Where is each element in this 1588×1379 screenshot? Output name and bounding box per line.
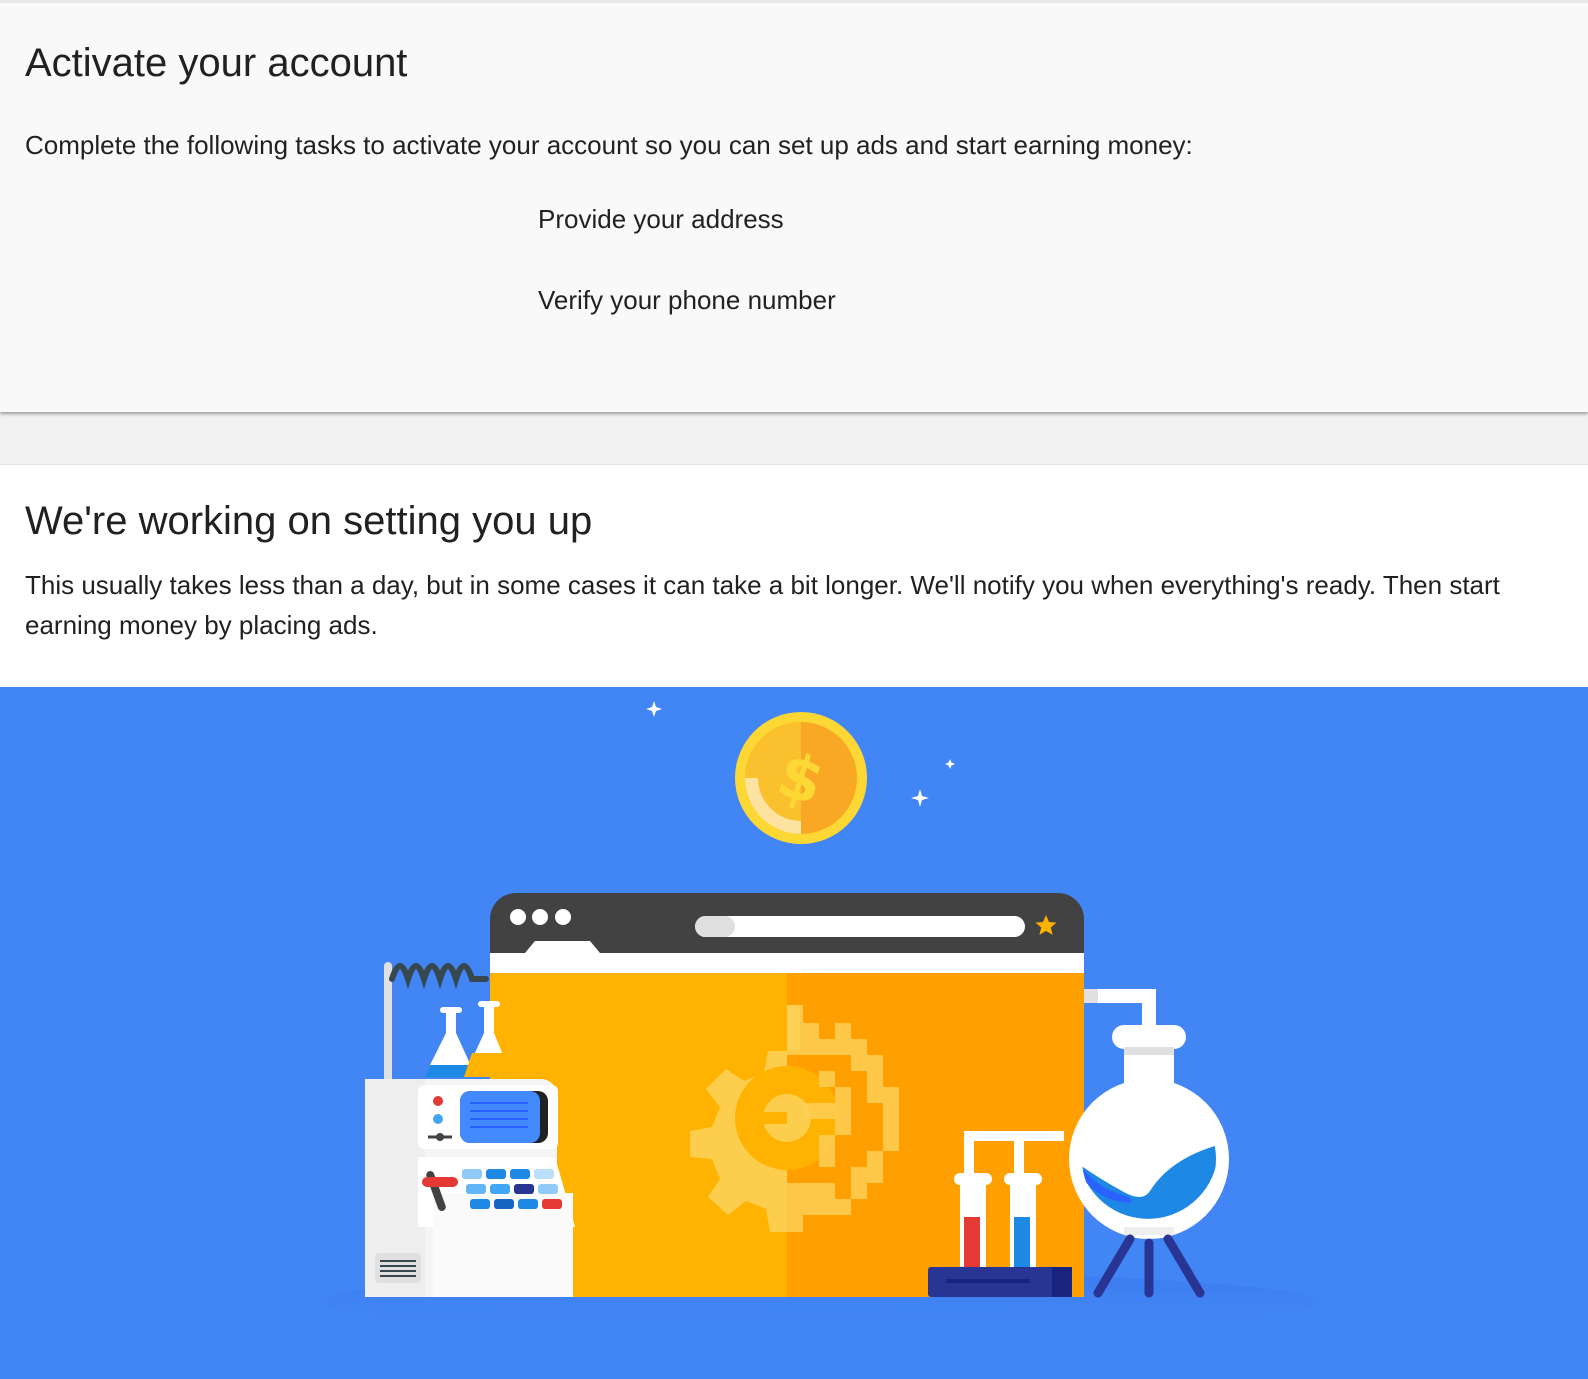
illustration-svg: $ bbox=[320, 701, 1320, 1332]
task-provide-address[interactable]: Provide your address bbox=[538, 204, 784, 235]
setup-description: This usually takes less than a day, but … bbox=[25, 570, 1500, 640]
setup-card: We're working on setting you up This usu… bbox=[0, 464, 1588, 1379]
coin-icon: $ bbox=[735, 712, 867, 844]
activate-account-card: Activate your account Complete the follo… bbox=[0, 0, 1588, 412]
setup-title: We're working on setting you up bbox=[25, 499, 593, 543]
round-flask bbox=[1069, 1025, 1229, 1298]
task-verify-phone[interactable]: Verify your phone number bbox=[538, 285, 836, 316]
activate-description: Complete the following tasks to activate… bbox=[25, 130, 1193, 160]
setup-in-progress-illustration: $ bbox=[0, 687, 1588, 1379]
activate-title: Activate your account bbox=[25, 41, 408, 85]
